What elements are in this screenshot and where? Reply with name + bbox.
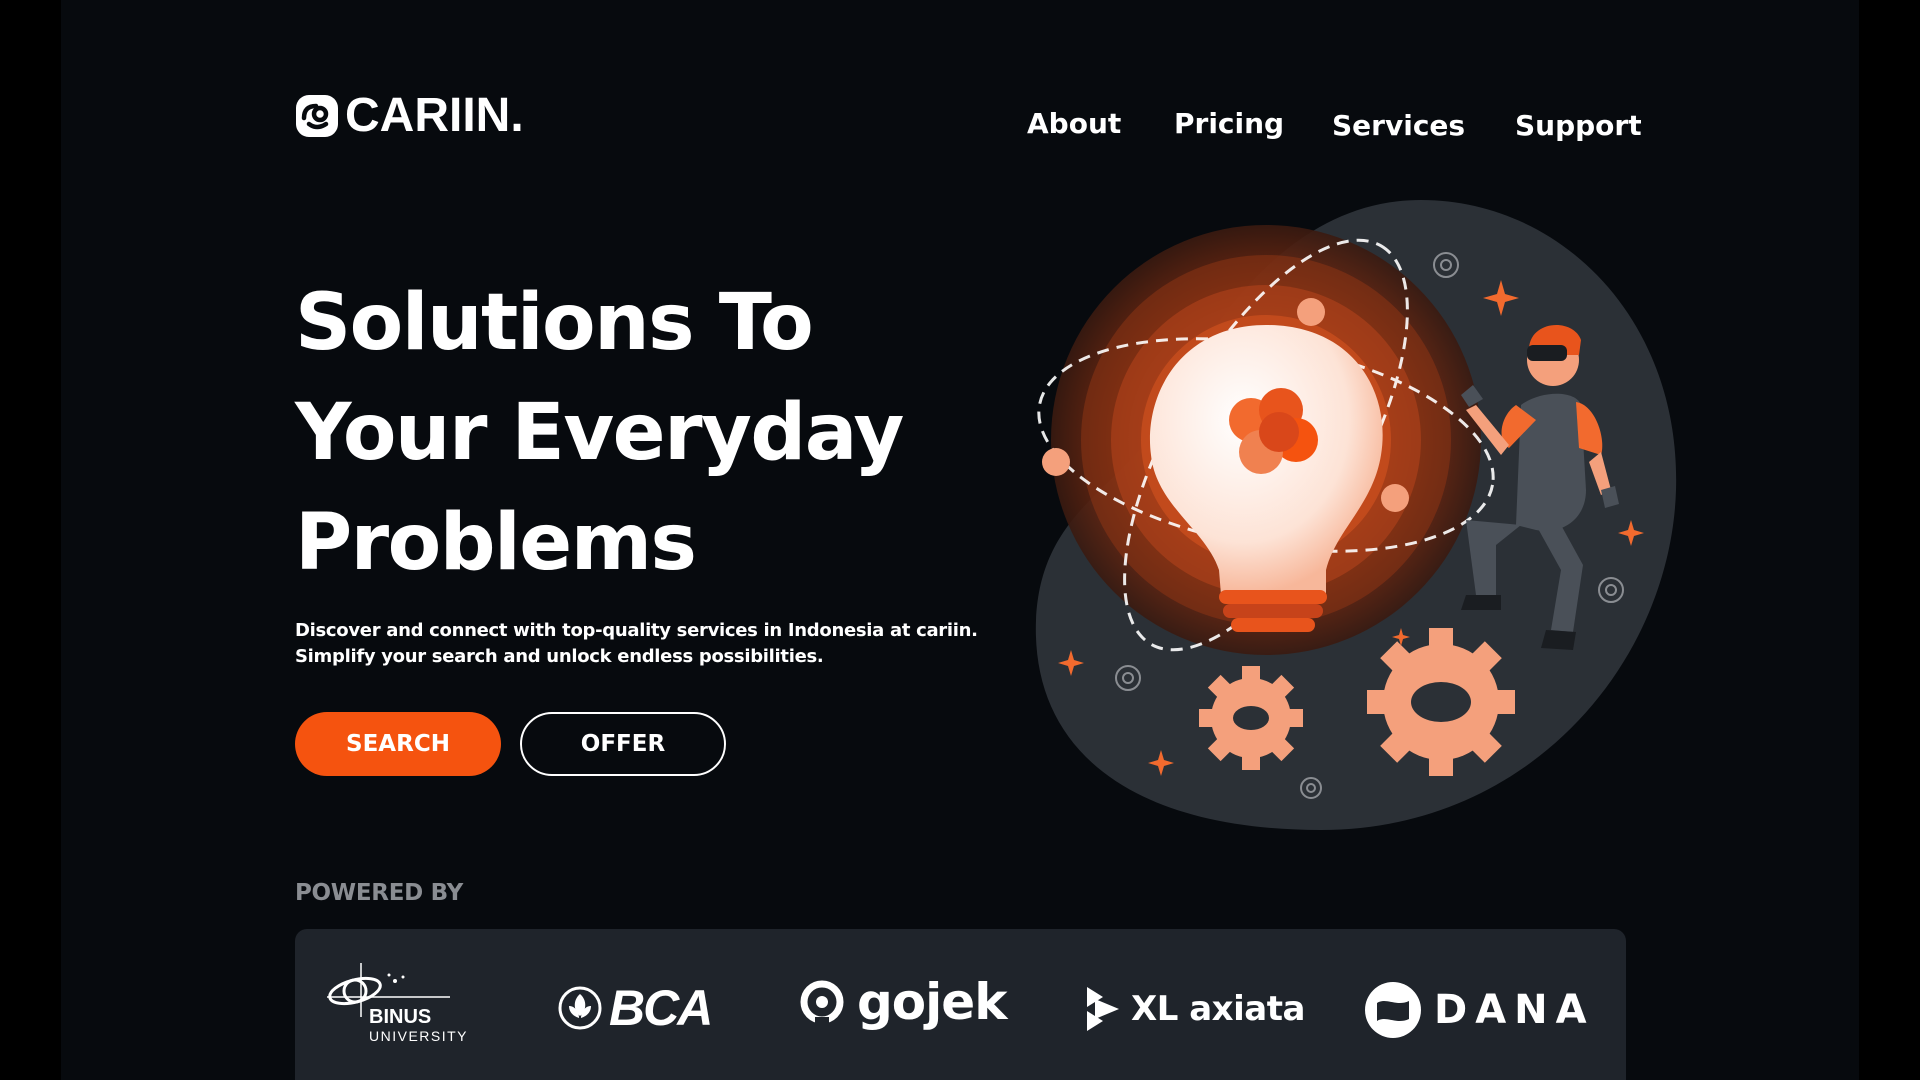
partners-strip: BINUS UNIVERSITY BCA gojek XL axiata DAN… xyxy=(295,929,1626,1080)
landing-page: CARIIN. About Pricing Services Support S… xyxy=(61,0,1859,1080)
nav-link-services[interactable]: Services xyxy=(1332,106,1465,146)
gojek-wordmark: gojek xyxy=(857,973,1007,1031)
offer-button[interactable]: OFFER xyxy=(520,712,726,776)
hero-title: Solutions To Your Everyday Problems xyxy=(295,268,1015,598)
electron xyxy=(1381,484,1409,512)
hero-subtitle-line: Simplify your search and unlock endless … xyxy=(295,646,824,667)
hero-title-line: Solutions To xyxy=(295,278,814,368)
gear-icon xyxy=(1199,666,1303,770)
dana-logo xyxy=(1365,982,1421,1038)
partner-dana[interactable]: DANA xyxy=(1364,981,1595,1039)
partner-xl-axiata[interactable]: XL axiata xyxy=(1085,985,1305,1033)
nav-link-support[interactable]: Support xyxy=(1515,106,1642,146)
dana-wordmark: DANA xyxy=(1434,987,1595,1033)
nav-link-about[interactable]: About xyxy=(1027,104,1121,144)
bca-logo xyxy=(558,986,602,1030)
electron xyxy=(1042,448,1070,476)
hero-subtitle-line: Discover and connect with top-quality se… xyxy=(295,620,978,641)
hero-title-line: Your Everyday xyxy=(295,388,904,478)
nav-link-pricing[interactable]: Pricing xyxy=(1174,104,1284,144)
hero-title-line: Problems xyxy=(295,498,697,588)
bca-wordmark: BCA xyxy=(609,980,713,1036)
gojek-logo xyxy=(800,980,844,1025)
hero-subtitle: Discover and connect with top-quality se… xyxy=(295,618,1055,670)
binus-wordmark: BINUS UNIVERSITY xyxy=(369,1006,469,1044)
main-nav: About Pricing Services Support xyxy=(61,104,1859,144)
powered-by-label: POWERED BY xyxy=(295,880,463,906)
partner-bca[interactable]: BCA xyxy=(557,979,713,1037)
search-button[interactable]: SEARCH xyxy=(295,712,501,776)
partner-binus[interactable]: BINUS UNIVERSITY xyxy=(325,959,475,1051)
xl-axiata-wordmark: XL axiata xyxy=(1131,989,1305,1029)
electron xyxy=(1297,298,1325,326)
gear-icon xyxy=(1367,628,1515,776)
xl-axiata-logo xyxy=(1087,987,1119,1031)
hero-illustration xyxy=(1035,200,1677,830)
partner-gojek[interactable]: gojek xyxy=(797,973,1007,1031)
